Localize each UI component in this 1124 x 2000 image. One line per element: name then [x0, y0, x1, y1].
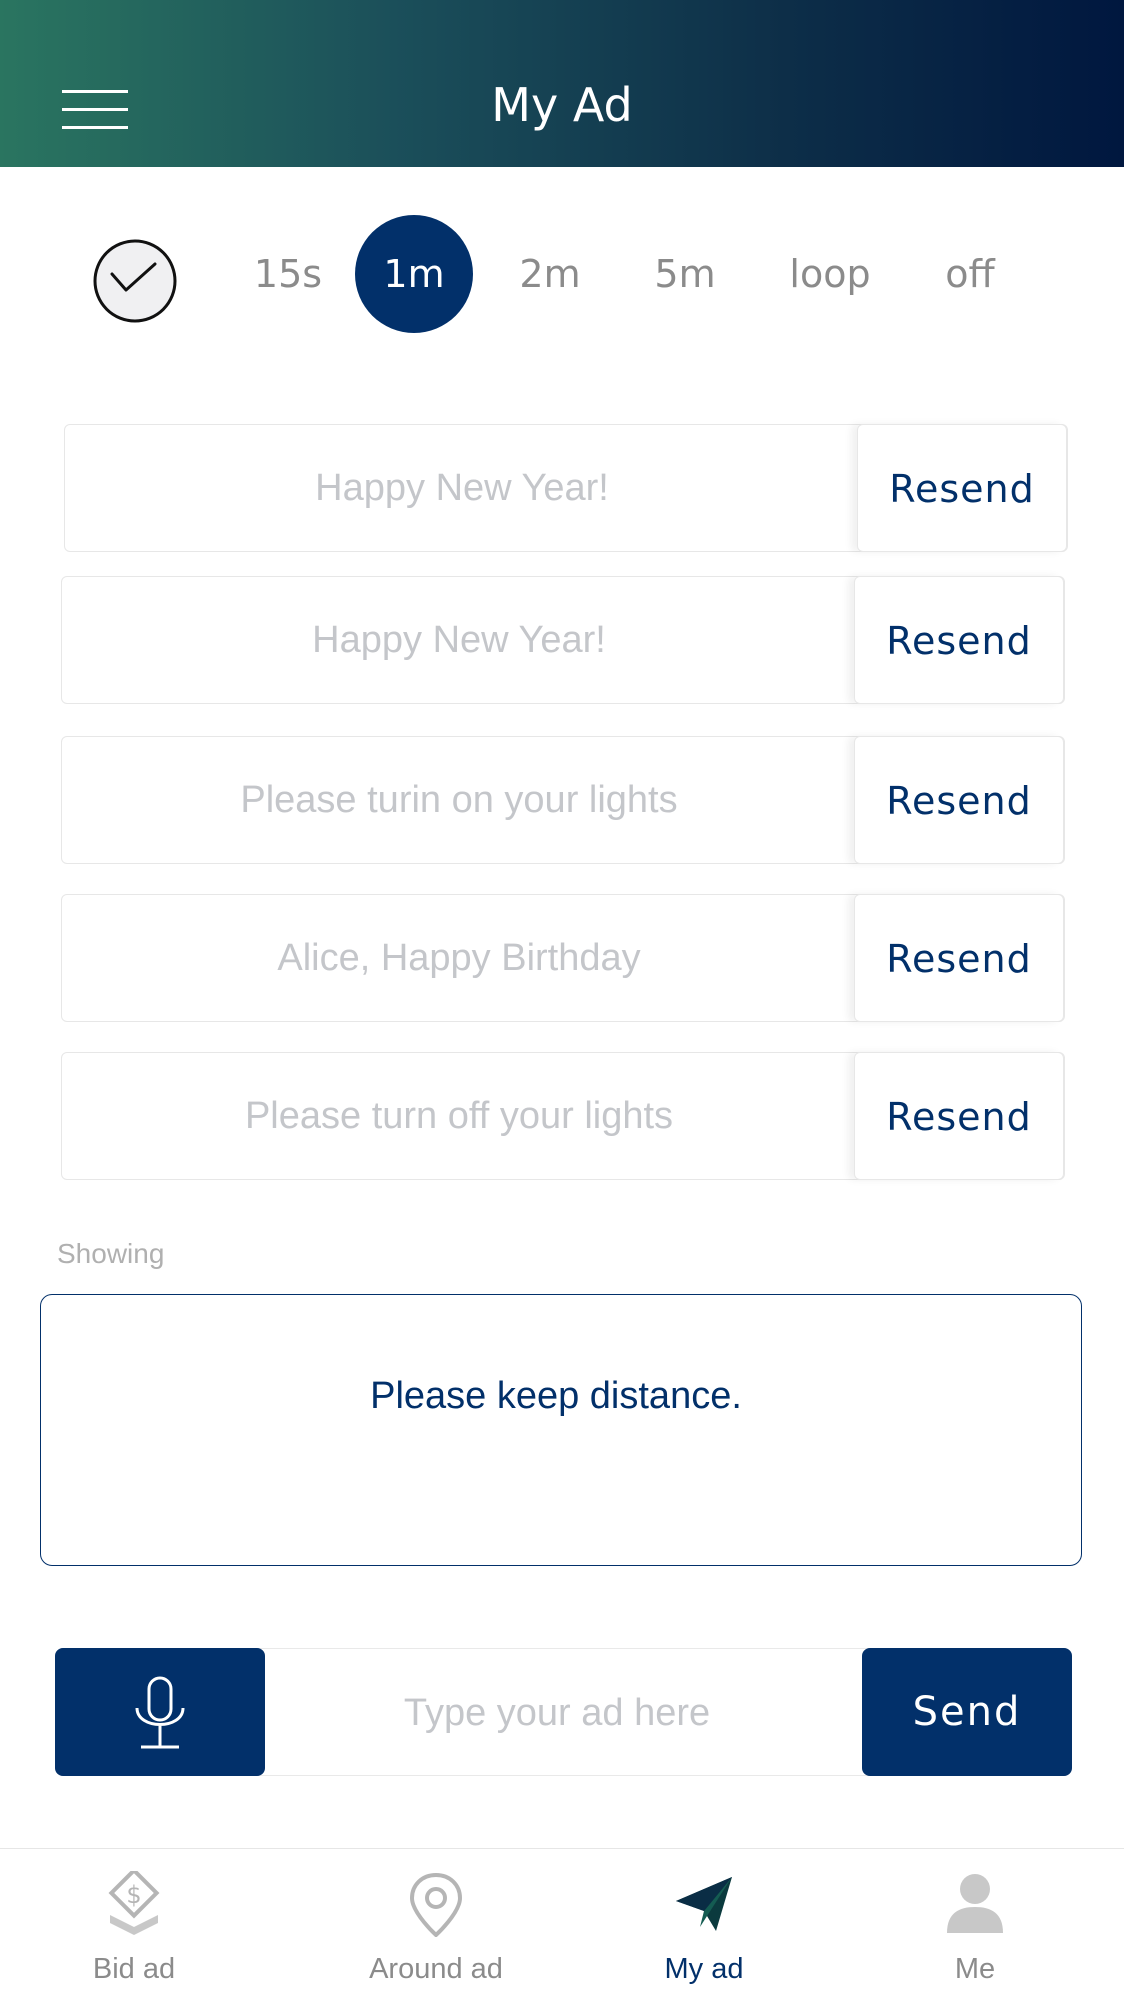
message-row: Please turn off your lights Resend [61, 1052, 1065, 1180]
person-icon [947, 1874, 1003, 1933]
timer-option-off[interactable]: off [930, 215, 1010, 333]
message-row: Happy New Year! Resend [64, 424, 1068, 552]
resend-button[interactable]: Resend [854, 576, 1064, 704]
tab-my-ad[interactable]: My ad [604, 1849, 804, 2000]
tab-label: Around ad [369, 1953, 503, 1985]
ad-text-input[interactable] [270, 1650, 844, 1776]
svg-text:$: $ [126, 1881, 141, 1909]
resend-button[interactable]: Resend [854, 894, 1064, 1022]
tab-label: Me [954, 1953, 996, 1985]
message-text: Please turn off your lights [244, 1095, 674, 1137]
showing-panel: Please keep distance. [40, 1294, 1082, 1566]
send-button[interactable]: Send [862, 1648, 1072, 1776]
bid-ad-icon: $ [108, 1871, 160, 1935]
resend-button[interactable]: Resend [857, 424, 1067, 552]
tab-bid-ad[interactable]: $ Bid ad [34, 1849, 234, 2000]
resend-button[interactable]: Resend [854, 1052, 1064, 1180]
timer-option-15s[interactable]: 15s [248, 215, 328, 333]
showing-label: Showing [57, 1238, 165, 1269]
location-pin-icon [409, 1872, 463, 1937]
tab-me[interactable]: Me [875, 1849, 1075, 2000]
microphone-button[interactable] [55, 1648, 265, 1776]
clock-icon [93, 239, 177, 323]
message-text: Alice, Happy Birthday [277, 937, 641, 979]
message-row: Alice, Happy Birthday Resend [61, 894, 1065, 1022]
microphone-icon [135, 1676, 185, 1749]
tab-around-ad[interactable]: Around ad [336, 1849, 536, 2000]
tab-label: My ad [664, 1953, 744, 1985]
header-bar: My Ad [0, 0, 1124, 167]
tab-label: Bid ad [92, 1953, 176, 1985]
message-text: Happy New Year! [312, 619, 606, 661]
message-row: Please turin on your lights Resend [61, 736, 1065, 864]
timer-option-1m[interactable]: 1m [355, 215, 473, 333]
bottom-tab-bar: $ Bid ad Around ad My ad Me [0, 1848, 1124, 2000]
message-text: Please turin on your lights [240, 779, 678, 821]
timer-option-2m[interactable]: 2m [510, 215, 590, 333]
timer-selector: 15s 1m 2m 5m loop off [0, 215, 1124, 335]
resend-button[interactable]: Resend [854, 736, 1064, 864]
message-row: Happy New Year! Resend [61, 576, 1065, 704]
message-text: Happy New Year! [315, 467, 609, 509]
showing-text: Please keep distance. [370, 1375, 742, 1417]
timer-option-loop[interactable]: loop [780, 215, 880, 333]
paper-plane-icon [676, 1877, 732, 1931]
timer-option-5m[interactable]: 5m [645, 215, 725, 333]
page-title: My Ad [491, 78, 633, 132]
